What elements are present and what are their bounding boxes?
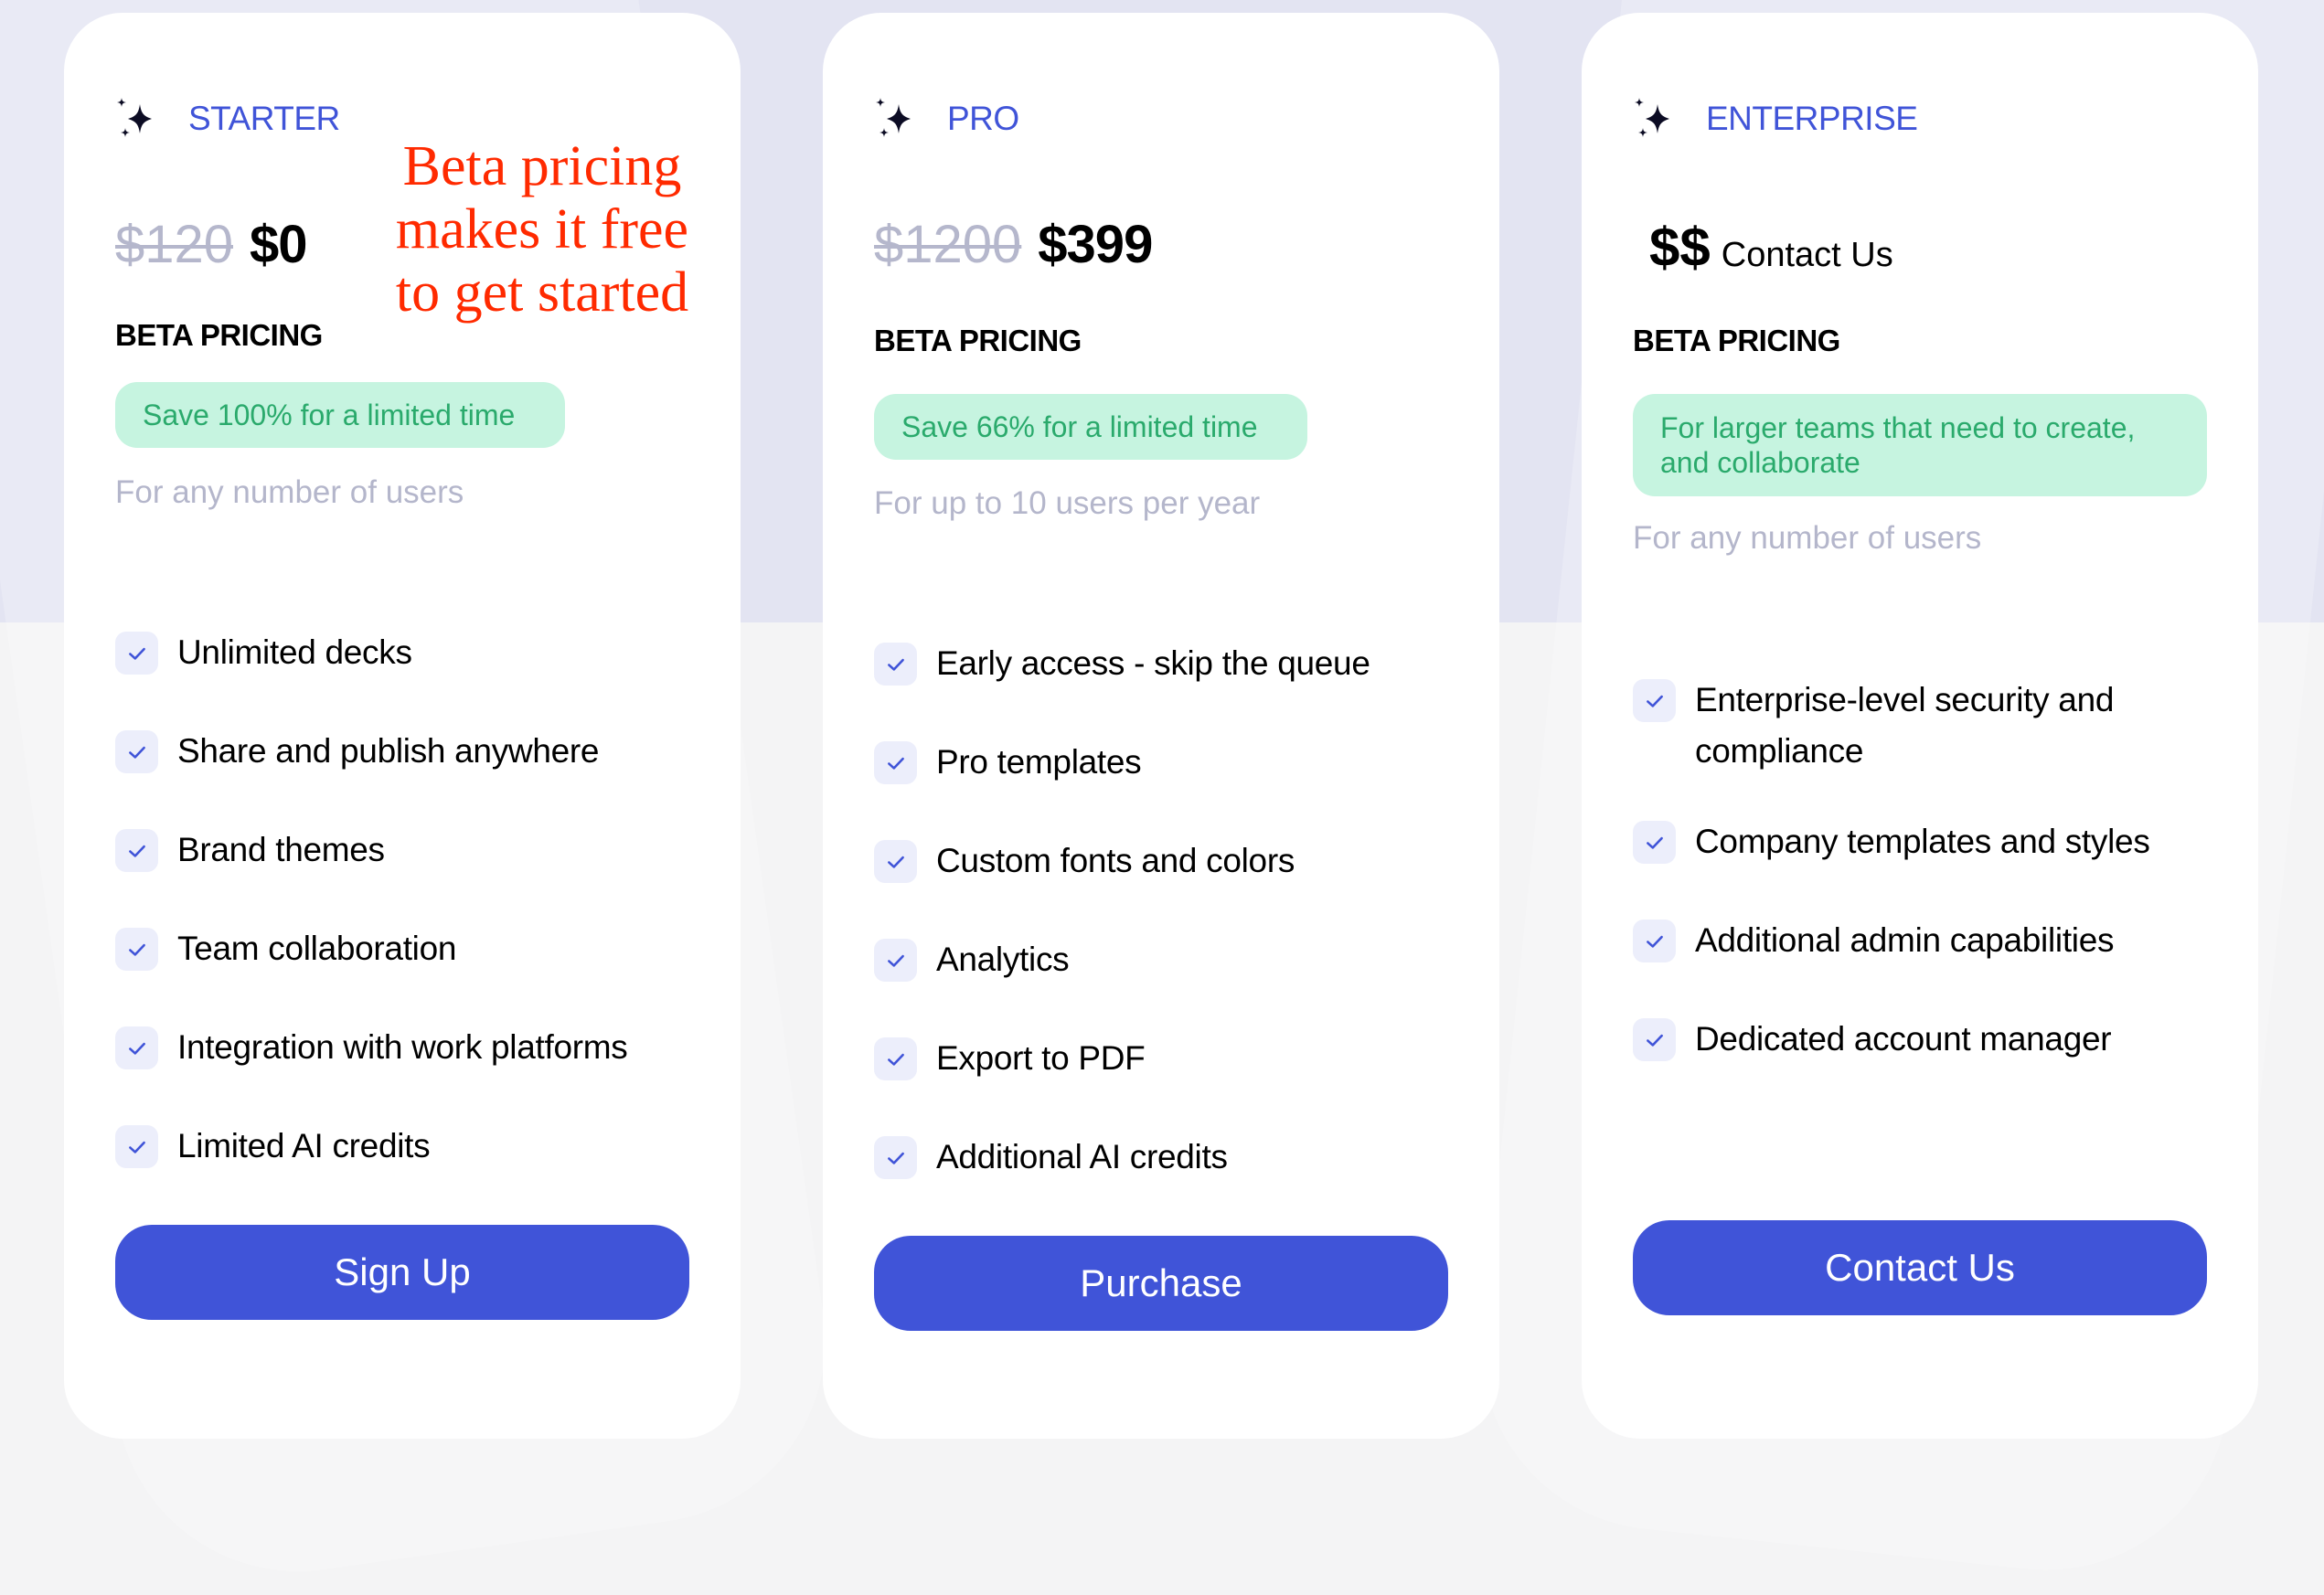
feature-item: Unlimited decks [115, 632, 689, 678]
feature-item: Brand themes [115, 829, 689, 876]
feature-text: Early access - skip the queue [936, 644, 1370, 682]
check-icon [115, 1026, 158, 1069]
pricing-label: BETA PRICING [115, 318, 323, 352]
feature-list: Early access - skip the queue Pro templa… [874, 643, 1448, 1183]
feature-item: Analytics [874, 939, 1448, 985]
feature-item: Pro templates [874, 741, 1448, 788]
plan-card-pro: PRO $1200 $399 BETA PRICING Save 66% for… [823, 13, 1499, 1439]
plan-name: STARTER [188, 100, 340, 137]
feature-item: Company templates and styles [1633, 821, 2207, 867]
feature-text: Additional AI credits [936, 1138, 1228, 1175]
price-row: $1200 $399 [874, 214, 1153, 275]
sparkles-icon [874, 97, 918, 141]
check-icon [115, 928, 158, 971]
sparkles-icon [1633, 97, 1677, 141]
feature-text: Pro templates [936, 743, 1142, 781]
annotation-text: Beta pricing makes it free to get starte… [395, 135, 689, 324]
check-icon [874, 643, 917, 686]
contact-us-button[interactable]: Contact Us [1633, 1220, 2207, 1315]
sparkles-icon [115, 97, 159, 141]
plan-header: PRO [874, 97, 1019, 141]
current-price: $0 [250, 215, 308, 274]
feature-item: Early access - skip the queue [874, 643, 1448, 689]
feature-text: Share and publish anywhere [177, 732, 600, 770]
feature-text: Custom fonts and colors [936, 842, 1295, 879]
feature-text: Export to PDF [936, 1039, 1146, 1077]
check-icon [1633, 920, 1676, 962]
feature-item: Integration with work platforms [115, 1026, 689, 1073]
feature-text: Analytics [936, 941, 1070, 978]
feature-item: Team collaboration [115, 928, 689, 974]
plan-card-enterprise: ENTERPRISE $$ Contact Us BETA PRICING Fo… [1582, 13, 2258, 1439]
price-row: $120 $0 [115, 214, 308, 275]
feature-item: Limited AI credits [115, 1125, 689, 1172]
purchase-button[interactable]: Purchase [874, 1236, 1448, 1331]
sign-up-button[interactable]: Sign Up [115, 1225, 689, 1320]
feature-text: Brand themes [177, 831, 385, 868]
plan-header: ENTERPRISE [1633, 97, 1918, 141]
check-icon [874, 840, 917, 883]
feature-item: Share and publish anywhere [115, 730, 689, 777]
users-note: For any number of users [1633, 520, 1982, 556]
price-contact-text: Contact Us [1721, 236, 1893, 274]
check-icon [115, 730, 158, 773]
check-icon [874, 741, 917, 784]
plan-name: PRO [947, 100, 1019, 137]
users-note: For up to 10 users per year [874, 485, 1261, 521]
feature-item: Additional admin capabilities [1633, 920, 2207, 966]
feature-text: Additional admin capabilities [1695, 921, 2115, 959]
check-icon [874, 1136, 917, 1179]
feature-text: Team collaboration [177, 930, 457, 967]
check-icon [874, 939, 917, 982]
savings-badge: Save 66% for a limited time [874, 394, 1307, 460]
price-row: $$ Contact Us [1649, 216, 1893, 279]
feature-item: Dedicated account manager [1633, 1018, 2207, 1065]
users-note: For any number of users [115, 474, 464, 510]
feature-text: Enterprise-level security and compliance [1695, 681, 2115, 770]
plan-name: ENTERPRISE [1706, 100, 1918, 137]
original-price: $120 [115, 215, 234, 274]
feature-text: Company templates and styles [1695, 823, 2150, 860]
feature-item: Enterprise-level security and compliance [1633, 679, 2207, 777]
feature-item: Export to PDF [874, 1037, 1448, 1084]
plan-header: STARTER [115, 97, 340, 141]
feature-list: Enterprise-level security and compliance… [1633, 679, 2207, 1065]
feature-text: Integration with work platforms [177, 1028, 628, 1066]
original-price: $1200 [874, 215, 1022, 274]
feature-text: Limited AI credits [177, 1127, 431, 1164]
price-symbol: $$ [1649, 217, 1711, 278]
pricing-label: BETA PRICING [874, 324, 1082, 357]
check-icon [874, 1037, 917, 1080]
current-price: $399 [1038, 215, 1153, 274]
check-icon [115, 1125, 158, 1168]
check-icon [115, 829, 158, 872]
audience-badge: For larger teams that need to create, an… [1633, 394, 2207, 496]
feature-text: Unlimited decks [177, 633, 412, 671]
feature-text: Dedicated account manager [1695, 1020, 2112, 1058]
check-icon [1633, 679, 1676, 722]
pricing-label: BETA PRICING [1633, 324, 1840, 357]
check-icon [1633, 1018, 1676, 1061]
feature-item: Custom fonts and colors [874, 840, 1448, 887]
feature-list: Unlimited decks Share and publish anywhe… [115, 632, 689, 1172]
check-icon [1633, 821, 1676, 864]
savings-badge: Save 100% for a limited time [115, 382, 565, 448]
feature-item: Additional AI credits [874, 1136, 1448, 1183]
check-icon [115, 632, 158, 675]
